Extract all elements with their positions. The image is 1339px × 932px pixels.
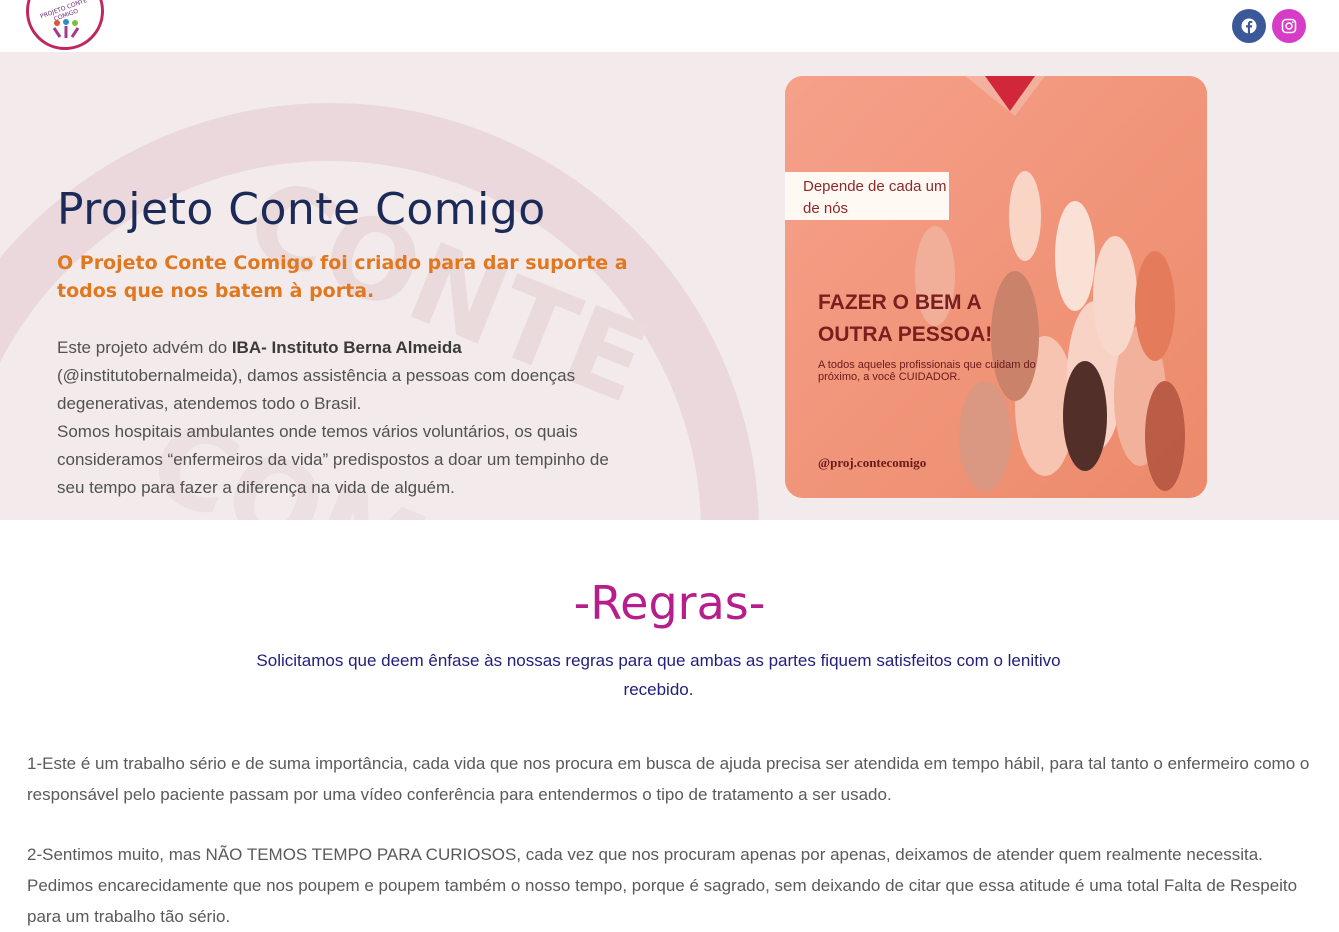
poster-handle: @proj.contecomigo bbox=[818, 455, 927, 470]
hero-description: Este projeto advém do IBA- Instituto Ber… bbox=[57, 334, 632, 502]
hero-body-line2: Somos hospitais ambulantes onde temos vá… bbox=[57, 422, 609, 497]
hero-subtitle: O Projeto Conte Comigo foi criado para d… bbox=[57, 252, 628, 302]
rule-item: 1-Este é um trabalho sério e de suma imp… bbox=[27, 754, 1310, 804]
logo-people-icon bbox=[52, 19, 80, 38]
campaign-poster: Depende de cada um de nós FAZER O BEM A … bbox=[785, 76, 1207, 498]
poster-headline: FAZER O BEM A OUTRA PESSOA! bbox=[818, 291, 993, 346]
site-logo[interactable]: PROJETO CONTE COMIGO bbox=[26, 0, 104, 50]
poster-tagline: Depende de cada um de nós bbox=[785, 172, 949, 220]
facebook-icon[interactable] bbox=[1232, 9, 1266, 43]
institute-name: IBA- Instituto Berna Almeida bbox=[231, 338, 462, 357]
poster-caption: A todos aqueles profissionais que cuidam… bbox=[818, 359, 1036, 383]
instagram-icon[interactable] bbox=[1272, 9, 1306, 43]
rule-item: 2-Sentimos muito, mas NÃO TEMOS TEMPO PA… bbox=[27, 845, 1298, 926]
rules-intro: Solicitamos que deem ênfase às nossas re… bbox=[256, 651, 1061, 699]
hero-body-after: (@institutobernalmeida), damos assistênc… bbox=[57, 366, 576, 413]
rules-title: -Regras- bbox=[573, 576, 766, 630]
site-header: PROJETO CONTE COMIGO bbox=[0, 0, 1339, 71]
page-title: Projeto Conte Comigo bbox=[57, 184, 546, 235]
hero-body-intro: Este projeto advém do bbox=[57, 338, 232, 357]
